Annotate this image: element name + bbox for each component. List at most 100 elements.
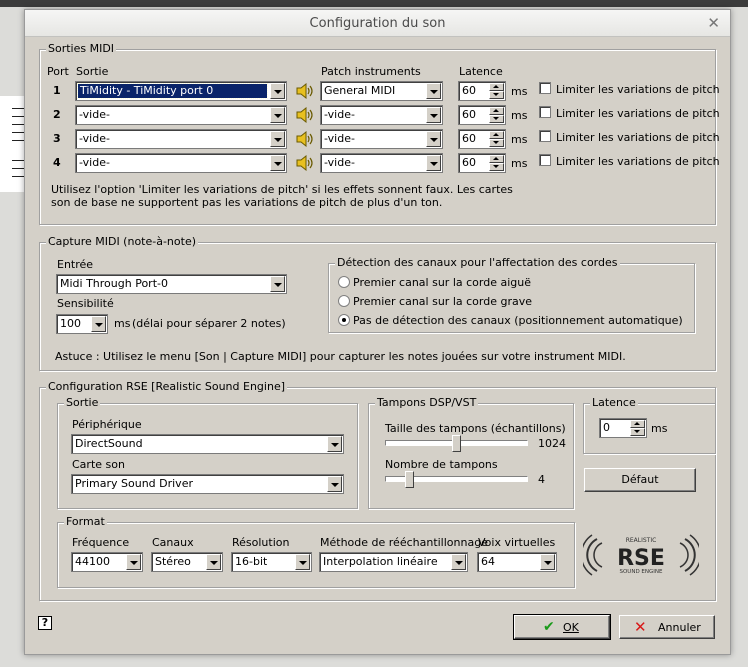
patch-select[interactable]: -vide- bbox=[320, 129, 443, 149]
chevron-down-icon[interactable] bbox=[270, 107, 285, 123]
limit-pitch-checkbox[interactable] bbox=[539, 154, 551, 166]
ok-button[interactable]: ✔ OK bbox=[513, 614, 611, 640]
port-number: 3 bbox=[53, 132, 61, 145]
spin-down-icon[interactable] bbox=[630, 428, 645, 436]
spin-up-icon[interactable] bbox=[489, 83, 504, 91]
port-number: 1 bbox=[53, 84, 61, 97]
spin-up-icon[interactable] bbox=[489, 155, 504, 163]
chevron-down-icon[interactable] bbox=[270, 83, 285, 99]
buffer-count-label: Nombre de tampons bbox=[385, 458, 498, 471]
entree-select[interactable]: Midi Through Port-0 bbox=[56, 274, 287, 294]
radio-no-detection-label: Pas de détection des canaux (positionnem… bbox=[353, 314, 683, 327]
chevron-down-icon[interactable] bbox=[126, 554, 141, 570]
dialog-title: Configuration du son bbox=[309, 16, 446, 31]
defaut-button[interactable]: Défaut bbox=[584, 468, 696, 492]
chevron-down-icon[interactable] bbox=[270, 276, 285, 292]
spin-up-icon[interactable] bbox=[489, 131, 504, 139]
midi-outputs-legend: Sorties MIDI bbox=[46, 42, 117, 56]
sortie-select[interactable]: -vide- bbox=[75, 153, 287, 173]
radio-high-string[interactable] bbox=[338, 276, 350, 288]
speaker-icon[interactable] bbox=[295, 131, 315, 147]
voix-label: Voix virtuelles bbox=[478, 536, 556, 549]
sensibilite-hint: (délai pour séparer 2 notes) bbox=[132, 317, 286, 330]
rse-legend: Configuration RSE [Realistic Sound Engin… bbox=[46, 380, 287, 394]
dsp-buffers-legend: Tampons DSP/VST bbox=[375, 396, 479, 410]
port-number: 2 bbox=[53, 108, 61, 121]
patch-select[interactable]: General MIDI bbox=[320, 81, 443, 101]
sortie-select[interactable]: -vide- bbox=[75, 129, 287, 149]
latence-unit: ms bbox=[511, 85, 528, 98]
latence-unit: ms bbox=[511, 133, 528, 146]
resampling-select[interactable]: Interpolation linéaire bbox=[319, 552, 468, 572]
latence-spinner[interactable]: 60 bbox=[458, 81, 506, 101]
limit-pitch-checkbox[interactable] bbox=[539, 82, 551, 94]
latence-spinner[interactable]: 60 bbox=[458, 105, 506, 125]
patch-select[interactable]: -vide- bbox=[320, 105, 443, 125]
chevron-down-icon[interactable] bbox=[451, 554, 466, 570]
annuler-button[interactable]: ✕ Annuler bbox=[619, 615, 715, 639]
latence-spinner[interactable]: 60 bbox=[458, 153, 506, 173]
rse-latency-unit: ms bbox=[651, 422, 668, 435]
chevron-down-icon[interactable] bbox=[270, 131, 285, 147]
annuler-label: Annuler bbox=[658, 621, 701, 634]
carte-son-select[interactable]: Primary Sound Driver bbox=[71, 474, 344, 494]
peripherique-select[interactable]: DirectSound bbox=[71, 434, 344, 454]
canaux-select[interactable]: Stéreo bbox=[151, 552, 223, 572]
speaker-icon[interactable] bbox=[295, 107, 315, 123]
limit-pitch-checkbox[interactable] bbox=[539, 130, 551, 142]
radio-low-string[interactable] bbox=[338, 295, 350, 307]
radio-no-detection[interactable] bbox=[338, 314, 350, 326]
close-icon[interactable]: ✕ bbox=[707, 10, 720, 37]
spin-down-icon[interactable] bbox=[489, 163, 504, 171]
sortie-select[interactable]: TiMidity - TiMidity port 0 bbox=[75, 81, 287, 101]
midi-note-line1: Utilisez l'option 'Limiter les variation… bbox=[51, 183, 513, 196]
radio-high-string-label: Premier canal sur la corde aiguë bbox=[353, 276, 531, 289]
limit-pitch-label: Limiter les variations de pitch bbox=[556, 83, 720, 96]
chevron-down-icon[interactable] bbox=[327, 476, 342, 492]
resampling-label: Méthode de rééchantillonnage bbox=[320, 536, 488, 549]
spin-down-icon[interactable] bbox=[489, 91, 504, 99]
chevron-down-icon[interactable] bbox=[426, 83, 441, 99]
voix-select[interactable]: 64 bbox=[477, 552, 557, 572]
chevron-down-icon[interactable] bbox=[426, 155, 441, 171]
spin-up-icon[interactable] bbox=[630, 420, 645, 428]
spin-down-icon[interactable] bbox=[489, 115, 504, 123]
sortie-select[interactable]: -vide- bbox=[75, 105, 287, 125]
chevron-down-icon[interactable] bbox=[426, 107, 441, 123]
patch-select[interactable]: -vide- bbox=[320, 153, 443, 173]
chevron-down-icon[interactable] bbox=[91, 316, 106, 332]
buffer-size-slider[interactable] bbox=[452, 435, 461, 452]
format-legend: Format bbox=[64, 515, 107, 529]
buffer-count-slider[interactable] bbox=[405, 471, 415, 488]
chevron-down-icon[interactable] bbox=[270, 155, 285, 171]
speaker-icon[interactable] bbox=[295, 83, 315, 99]
limit-pitch-label: Limiter les variations de pitch bbox=[556, 155, 720, 168]
canaux-label: Canaux bbox=[152, 536, 194, 549]
svg-text:RSE: RSE bbox=[617, 546, 665, 571]
limit-pitch-checkbox[interactable] bbox=[539, 106, 551, 118]
speaker-icon[interactable] bbox=[295, 155, 315, 171]
chevron-down-icon[interactable] bbox=[426, 131, 441, 147]
svg-text:REALISTIC: REALISTIC bbox=[626, 537, 657, 544]
spin-up-icon[interactable] bbox=[489, 107, 504, 115]
rse-output-legend: Sortie bbox=[64, 396, 101, 410]
limit-pitch-label: Limiter les variations de pitch bbox=[556, 131, 720, 144]
chevron-down-icon[interactable] bbox=[540, 554, 555, 570]
port-number: 4 bbox=[53, 156, 61, 169]
chevron-down-icon[interactable] bbox=[295, 554, 310, 570]
svg-text:SOUND ENGINE: SOUND ENGINE bbox=[619, 569, 663, 575]
patch-header: Patch instruments bbox=[321, 65, 421, 78]
chevron-down-icon[interactable] bbox=[327, 436, 342, 452]
resolution-label: Résolution bbox=[232, 536, 290, 549]
frequence-select[interactable]: 44100 bbox=[71, 552, 143, 572]
resolution-select[interactable]: 16-bit bbox=[231, 552, 312, 572]
chevron-down-icon[interactable] bbox=[206, 554, 221, 570]
latence-spinner[interactable]: 60 bbox=[458, 129, 506, 149]
radio-low-string-label: Premier canal sur la corde grave bbox=[353, 295, 532, 308]
channel-detection-legend: Détection des canaux pour l'affectation … bbox=[335, 256, 620, 270]
sensibilite-select[interactable]: 100 bbox=[56, 314, 108, 334]
spin-down-icon[interactable] bbox=[489, 139, 504, 147]
rse-latency-spinner[interactable]: 0 bbox=[599, 418, 647, 438]
help-icon[interactable]: ? bbox=[38, 616, 52, 630]
entree-label: Entrée bbox=[57, 258, 94, 271]
